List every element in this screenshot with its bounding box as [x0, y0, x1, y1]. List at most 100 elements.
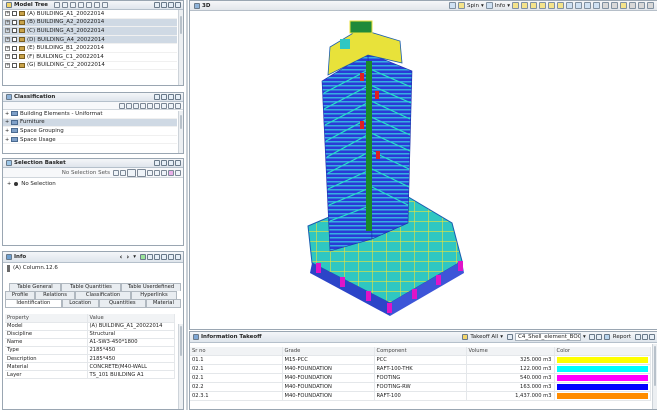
column-header[interactable]: Component — [374, 347, 467, 356]
info-tab[interactable]: Profile — [5, 291, 35, 299]
color-cell[interactable] — [554, 364, 651, 374]
info-scrollbar[interactable] — [178, 324, 183, 409]
expand-icon[interactable]: + — [5, 11, 10, 17]
column-header[interactable]: Volume — [466, 347, 555, 356]
dropdown-arrow-icon[interactable]: ▾ — [133, 254, 136, 260]
panel-splitter[interactable] — [186, 0, 188, 410]
table-row[interactable]: 02.2 M40-FOUNDATION FOOTING-RW 163.000 m3 — [190, 382, 651, 392]
measure-icon[interactable] — [530, 2, 537, 9]
tree-item[interactable]: + (C) BUILDING_A3_20022014 — [3, 27, 177, 36]
info-button[interactable]: Info — [495, 3, 505, 9]
table-row[interactable]: Name A1-SW3-450*1800 — [5, 338, 175, 347]
panel-restore-icon[interactable] — [161, 254, 167, 260]
table-row[interactable]: Discipline Structural — [5, 330, 175, 339]
search-icon[interactable] — [119, 102, 125, 109]
spin-icon[interactable] — [458, 2, 466, 9]
visibility-checkbox[interactable] — [12, 28, 17, 34]
info-tab[interactable]: Table General — [9, 283, 61, 291]
takeoff-all-button[interactable]: Takeoff All — [470, 334, 498, 340]
expand-icon[interactable]: + — [5, 45, 10, 51]
report-button[interactable]: Report — [613, 334, 631, 340]
clear-icon[interactable] — [175, 169, 181, 176]
info-tab[interactable]: Hyperlinks — [131, 291, 177, 299]
panel-menu-icon[interactable] — [154, 94, 160, 100]
dropdown-arrow-icon[interactable] — [113, 169, 119, 176]
spin-dropdown-icon[interactable]: ▾ — [481, 3, 484, 9]
info-tab[interactable]: Relations — [35, 291, 75, 299]
table-row[interactable]: 02.3.1 M40-FOUNDATION RAFT-100 1,437.000 m3 — [190, 391, 651, 401]
info-settings-icon[interactable] — [147, 254, 153, 260]
filter-icon[interactable] — [54, 2, 61, 8]
takeoff-scrollbar[interactable] — [652, 344, 657, 409]
basket-add-icon[interactable] — [127, 168, 136, 177]
info-tab[interactable]: Identification — [5, 299, 62, 307]
add-icon[interactable] — [154, 102, 160, 109]
table-row[interactable]: Model (A) BUILDING_A1_20022014 — [5, 322, 175, 331]
panel-menu-icon[interactable] — [154, 160, 160, 166]
classification-item[interactable]: + Furniture — [3, 118, 177, 128]
info-tab[interactable]: Material — [145, 299, 182, 307]
export-icon[interactable] — [595, 334, 602, 340]
visibility-checkbox[interactable] — [12, 45, 17, 51]
panel-close-icon[interactable] — [175, 94, 181, 100]
panel-menu-icon[interactable] — [154, 2, 160, 8]
info-tab[interactable]: Table Quantities — [61, 283, 121, 291]
back-arrow-icon[interactable]: ‹ — [119, 253, 122, 261]
tree-item[interactable]: + (D) BUILDING_A4_20022014 — [3, 35, 177, 45]
takeoff-all-icon[interactable] — [462, 334, 469, 340]
visibility-checkbox[interactable] — [12, 62, 17, 68]
visibility-checkbox[interactable] — [12, 19, 17, 25]
panel-maximize-icon[interactable] — [638, 2, 645, 9]
expand-icon[interactable]: + — [5, 37, 10, 43]
selection-sets-dropdown[interactable]: No Selection Sets — [62, 170, 110, 176]
zoom-window-icon[interactable] — [593, 2, 600, 9]
refresh-icon[interactable] — [588, 334, 595, 340]
color-cell[interactable] — [554, 373, 651, 383]
column-header[interactable]: Value — [87, 314, 175, 323]
zoom-icon[interactable] — [147, 169, 153, 176]
down-icon[interactable] — [102, 2, 109, 8]
info-tab[interactable]: Table Userdefined — [121, 283, 181, 291]
basket-remove-icon[interactable] — [137, 168, 146, 177]
table-row[interactable]: 02.1 M40-FOUNDATION RAFT-100-THK 122.000 m3 — [190, 364, 651, 374]
panel-maximize-icon[interactable] — [168, 160, 174, 166]
expand-icon[interactable]: + — [5, 19, 10, 25]
column-header[interactable]: Property — [5, 314, 88, 323]
panel-maximize-icon[interactable] — [168, 94, 174, 100]
options-icon[interactable] — [140, 102, 146, 109]
walk-icon[interactable] — [539, 2, 546, 9]
table-row[interactable]: Type 2185*450 — [5, 346, 175, 355]
tree-item[interactable]: + (F) BUILDING_C1_20022014 — [3, 53, 177, 62]
tree-item[interactable]: + (E) BUILDING_B1_20022014 — [3, 44, 177, 53]
info-icon[interactable] — [485, 2, 493, 9]
panel-close-icon[interactable] — [175, 2, 181, 8]
info-tab[interactable]: Location — [61, 299, 99, 307]
search-icon[interactable] — [62, 2, 69, 8]
building-model[interactable] — [190, 11, 657, 329]
tree-item[interactable]: + (G) BUILDING_C2_20022014 — [3, 62, 177, 71]
section-icon[interactable] — [521, 2, 528, 9]
visibility-checkbox[interactable] — [12, 37, 17, 43]
spin-button[interactable]: Spin — [467, 3, 479, 9]
panel-close-icon[interactable] — [649, 334, 655, 340]
layers-icon[interactable] — [70, 2, 77, 8]
table-row[interactable]: Description 2185*450 — [5, 354, 175, 364]
panel-close-icon[interactable] — [175, 160, 181, 166]
expand-icon[interactable]: + — [7, 181, 11, 187]
panel-menu-icon[interactable] — [154, 254, 160, 260]
filter-icon[interactable] — [126, 102, 132, 109]
color-icon[interactable] — [168, 169, 174, 176]
panel-restore-icon[interactable] — [629, 2, 636, 9]
table-row[interactable]: Material CONCRETE(M40-WALL — [5, 362, 175, 372]
expand-icon[interactable]: + — [5, 54, 10, 60]
layout-icon[interactable] — [620, 2, 627, 9]
info-tab[interactable]: Quantities — [98, 299, 146, 307]
column-header[interactable]: Color — [554, 347, 651, 356]
menu-icon[interactable] — [120, 169, 126, 176]
panel-restore-icon[interactable] — [161, 94, 167, 100]
add-icon[interactable] — [78, 2, 85, 8]
pan-icon[interactable] — [602, 2, 609, 9]
info-tab[interactable]: Classification — [75, 291, 131, 299]
column-header[interactable]: Grade — [282, 347, 375, 356]
table-row[interactable]: 01.1 M15-PCC PCC 325.000 m3 — [190, 355, 651, 365]
